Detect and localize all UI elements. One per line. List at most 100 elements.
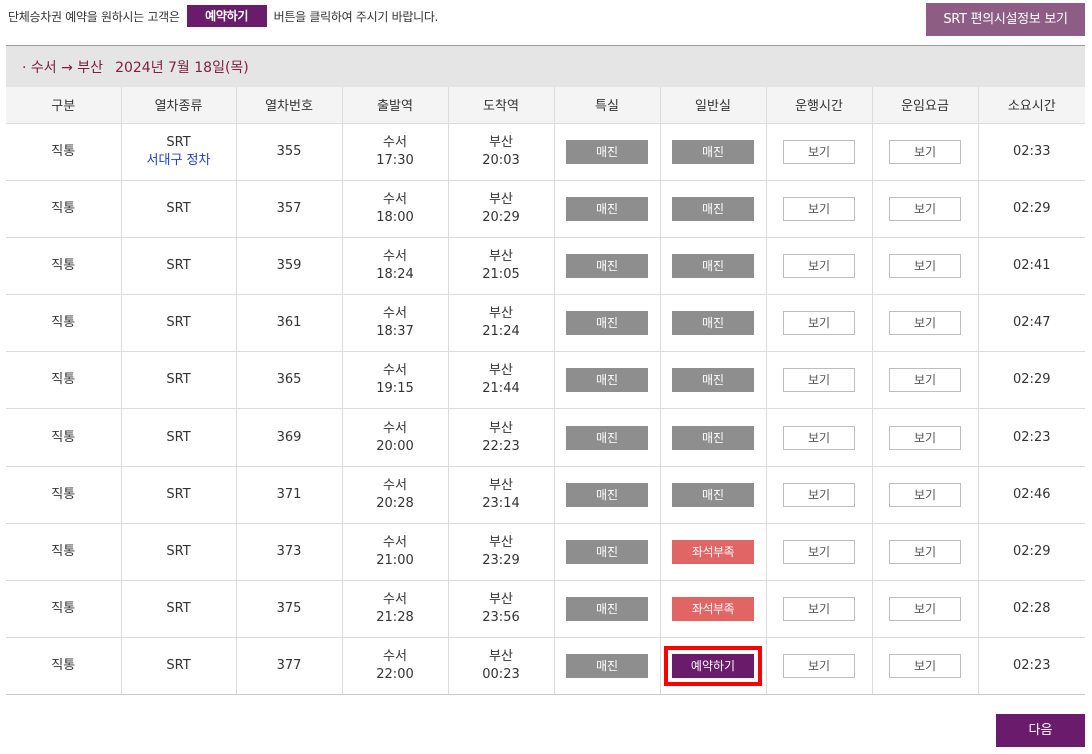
column-header-category: 구분: [6, 87, 122, 124]
departure-time: 21:28: [376, 610, 414, 626]
schedule-view-button[interactable]: 보기: [783, 139, 855, 164]
row-arrival: 부산 00:23: [447, 637, 555, 696]
general-soldout-button: 매진: [672, 196, 754, 221]
row-category: 직통: [6, 579, 122, 639]
fare-view-button[interactable]: 보기: [889, 539, 961, 564]
row-departure: 수서 20:28: [341, 465, 449, 524]
row-arrival: 부산 23:56: [447, 579, 555, 639]
row-departure: 수서 19:15: [341, 351, 449, 410]
departure-station: 수서: [383, 134, 407, 150]
schedule-view-button[interactable]: 보기: [783, 654, 855, 679]
schedule-view-button[interactable]: 보기: [783, 597, 855, 622]
arrival-station: 부산: [489, 534, 513, 550]
schedule-view-button[interactable]: 보기: [783, 482, 855, 507]
general-soldout-button: 매진: [672, 253, 754, 278]
general-soldout-button: 매진: [672, 311, 754, 336]
train-schedule-table: 구분 열차종류 열차번호 출발역 도착역 특실 일반실 운행시간 운임요금 소요…: [6, 87, 1085, 696]
arrival-station: 부산: [489, 363, 513, 379]
row-schedule: 보기: [765, 122, 873, 181]
departure-time: 22:00: [376, 667, 414, 683]
arrival-time: 00:23: [482, 667, 520, 683]
row-general-class: 좌석부족: [659, 522, 767, 582]
row-schedule: 보기: [765, 294, 873, 353]
row-category: 직통: [6, 122, 122, 181]
row-train-type: SRT: [120, 522, 237, 582]
row-special-class: 매진: [553, 579, 661, 639]
special-soldout-button: 매진: [566, 482, 648, 507]
column-header-departure: 출발역: [341, 87, 449, 124]
fare-view-button[interactable]: 보기: [889, 368, 961, 393]
general-soldout-button: 매진: [672, 368, 754, 393]
row-arrival: 부산 21:05: [447, 236, 555, 296]
special-soldout-button: 매진: [566, 196, 648, 221]
schedule-view-button[interactable]: 보기: [783, 539, 855, 564]
train-type-label: SRT: [166, 134, 191, 150]
fare-view-button[interactable]: 보기: [889, 597, 961, 622]
row-train-number: 373: [235, 522, 343, 582]
schedule-view-button[interactable]: 보기: [783, 368, 855, 393]
table-row: 직통 SRT 377 수서 22:00 부산 00:23 매진 예약하기 보기 보기…: [6, 637, 1085, 696]
row-departure: 수서 18:24: [341, 236, 449, 296]
fare-view-button[interactable]: 보기: [889, 253, 961, 278]
row-train-type: SRT: [120, 579, 237, 639]
route-label: · 수서 → 부산: [22, 59, 104, 76]
arrival-time: 20:03: [482, 152, 520, 168]
row-departure: 수서 18:37: [341, 294, 449, 353]
route-summary-bar: · 수서 → 부산 2024년 7월 18일(목): [6, 45, 1085, 87]
row-fare: 보기: [871, 351, 979, 410]
notice-reserve-sample-button: 예약하기: [186, 5, 267, 27]
row-category: 직통: [6, 351, 122, 410]
row-category: 직통: [6, 522, 122, 582]
fare-view-button[interactable]: 보기: [889, 654, 961, 679]
table-row: 직통 SRT 서대구 정차 355 수서 17:30 부산 20:03 매진 매진 보…: [6, 122, 1085, 181]
fare-view-button[interactable]: 보기: [889, 482, 961, 507]
general-insufficient-seats-button[interactable]: 좌석부족: [672, 539, 754, 564]
fare-view-button[interactable]: 보기: [889, 425, 961, 450]
fare-view-button[interactable]: 보기: [889, 139, 961, 164]
row-fare: 보기: [871, 579, 979, 639]
fare-view-button[interactable]: 보기: [889, 311, 961, 336]
special-soldout-button: 매진: [566, 253, 648, 278]
group-ticket-notice: 단체승차권 예약을 원하시는 고객은 예약하기 버튼을 클릭하여 주시기 바랍니…: [8, 5, 438, 27]
row-special-class: 매진: [553, 465, 661, 524]
arrival-station: 부산: [489, 191, 513, 207]
row-train-number: 377: [235, 637, 343, 696]
schedule-view-button[interactable]: 보기: [783, 196, 855, 221]
general-reserve-button[interactable]: 예약하기: [672, 654, 754, 679]
row-duration: 02:28: [977, 579, 1085, 639]
row-train-number: 361: [235, 294, 343, 353]
table-header-row: 구분 열차종류 열차번호 출발역 도착역 특실 일반실 운행시간 운임요금 소요…: [6, 87, 1085, 124]
row-train-number: 371: [235, 465, 343, 524]
row-departure: 수서 21:28: [341, 579, 449, 639]
column-header-general-class: 일반실: [659, 87, 767, 124]
schedule-view-button[interactable]: 보기: [783, 311, 855, 336]
column-header-duration: 소요시간: [977, 87, 1085, 124]
schedule-view-button[interactable]: 보기: [783, 253, 855, 278]
general-insufficient-seats-button[interactable]: 좌석부족: [672, 597, 754, 622]
next-button[interactable]: 다음: [996, 714, 1085, 747]
special-soldout-button: 매진: [566, 311, 648, 336]
row-arrival: 부산 21:44: [447, 351, 555, 410]
departure-time: 20:00: [376, 438, 414, 454]
special-soldout-button: 매진: [566, 654, 648, 679]
srt-facility-info-button[interactable]: SRT 편의시설정보 보기: [926, 3, 1085, 36]
row-train-number: 365: [235, 351, 343, 410]
schedule-view-button[interactable]: 보기: [783, 425, 855, 450]
fare-view-button[interactable]: 보기: [889, 196, 961, 221]
table-row: 직통 SRT 369 수서 20:00 부산 22:23 매진 매진 보기 보기 0…: [6, 408, 1085, 467]
arrival-station: 부산: [489, 306, 513, 322]
departure-station: 수서: [383, 420, 407, 436]
departure-time: 19:15: [376, 381, 414, 397]
row-arrival: 부산 23:29: [447, 522, 555, 582]
arrival-station: 부산: [489, 592, 513, 608]
row-duration: 02:29: [977, 522, 1085, 582]
row-schedule: 보기: [765, 522, 873, 582]
row-arrival: 부산 23:14: [447, 465, 555, 524]
column-header-train-type: 열차종류: [120, 87, 237, 124]
table-row: 직통 SRT 359 수서 18:24 부산 21:05 매진 매진 보기 보기 0…: [6, 236, 1085, 296]
row-duration: 02:47: [977, 294, 1085, 353]
row-schedule: 보기: [765, 179, 873, 238]
row-duration: 02:29: [977, 179, 1085, 238]
row-general-class: 매진: [659, 408, 767, 467]
row-general-class: 매진: [659, 179, 767, 238]
